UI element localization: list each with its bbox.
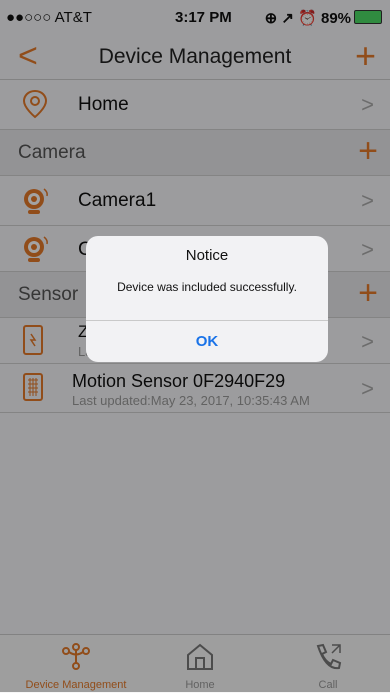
dialog-title: Notice bbox=[185, 247, 229, 264]
dialog-message: Device was included successfully. bbox=[117, 280, 297, 294]
ok-button[interactable]: OK bbox=[86, 321, 328, 362]
notice-dialog: Notice Device was included successfully.… bbox=[86, 236, 328, 362]
